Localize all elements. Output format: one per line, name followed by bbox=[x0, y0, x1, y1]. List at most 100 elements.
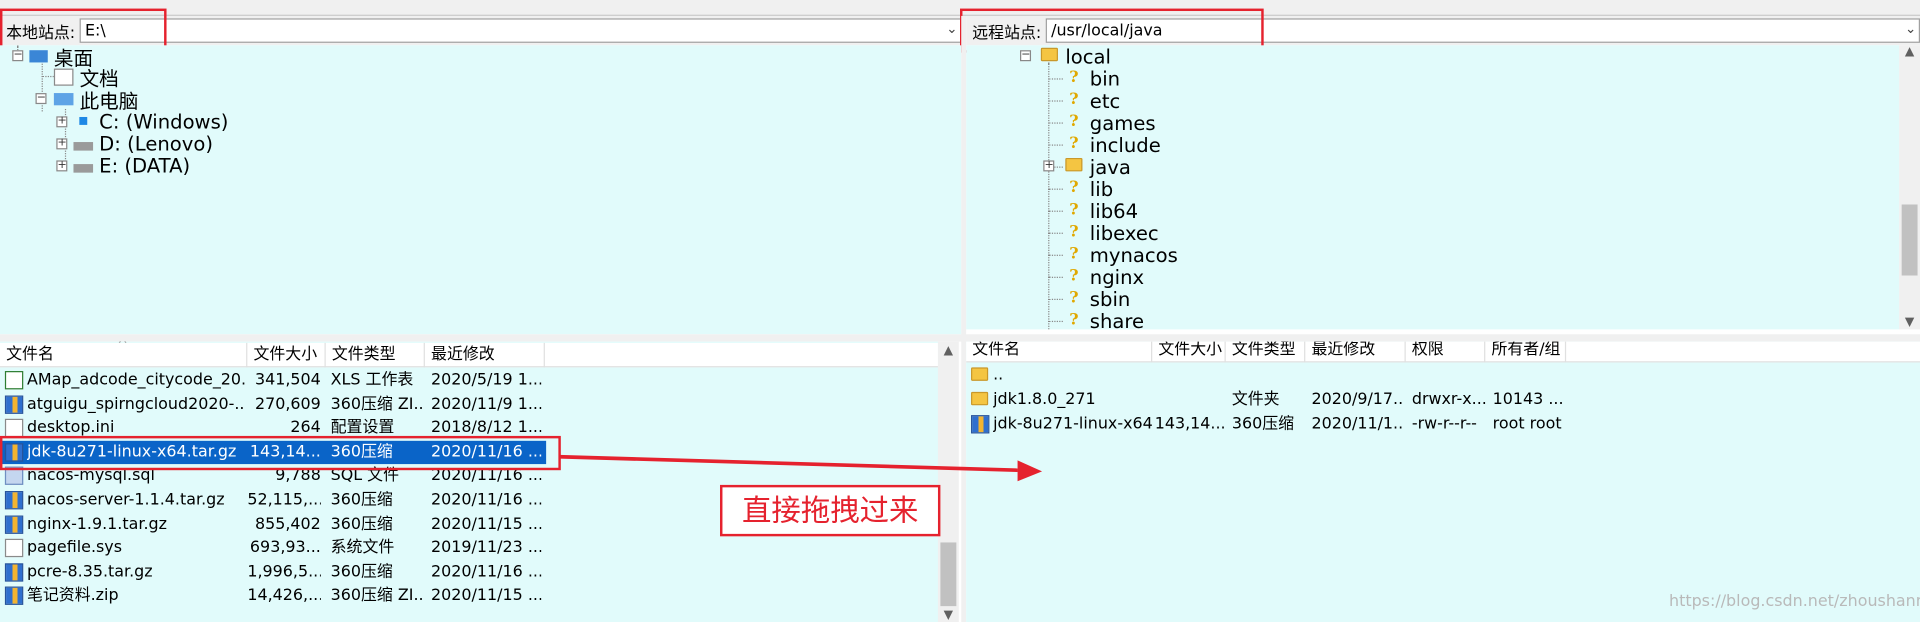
tree-node-java[interactable]: java bbox=[1064, 155, 1131, 178]
column-header-owner[interactable]: 所有者/组 bbox=[1485, 341, 1567, 363]
folder-icon bbox=[1065, 157, 1083, 172]
expand-toggle[interactable]: + bbox=[56, 138, 68, 150]
scroll-up-icon[interactable]: ▲ bbox=[1899, 45, 1920, 58]
column-header-type[interactable]: 文件类型 bbox=[326, 342, 425, 368]
cell-modified: 2020/11/1... bbox=[1311, 415, 1405, 434]
table-row[interactable]: pagefile.sys 693,93... 系统文件 2019/11/23 ... bbox=[0, 537, 546, 560]
expand-toggle[interactable]: + bbox=[56, 160, 68, 172]
tree-node-sbin[interactable]: ? sbin bbox=[1064, 287, 1130, 310]
question-mark-icon: ? bbox=[1069, 222, 1079, 242]
column-header-modified[interactable]: 最近修改 bbox=[425, 342, 545, 368]
question-mark-icon: ? bbox=[1069, 68, 1079, 87]
cell-size: 855,402 bbox=[254, 515, 321, 534]
tree-node-drive-e[interactable]: E: (DATA) bbox=[73, 154, 190, 177]
column-header-size[interactable]: 文件大小 bbox=[1152, 341, 1226, 363]
cell-name: .. bbox=[993, 366, 1004, 385]
column-header-size[interactable]: 文件大小 bbox=[247, 342, 326, 368]
file-icon bbox=[4, 419, 24, 438]
cell-size: 14,426,... bbox=[247, 587, 321, 606]
archive-icon bbox=[4, 491, 24, 510]
column-header-type[interactable]: 文件类型 bbox=[1226, 341, 1306, 363]
table-row[interactable]: pcre-8.35.tar.gz 1,996,5... 360压缩 2020/11/1… bbox=[0, 561, 546, 584]
sort-ascending-icon: ^ bbox=[117, 341, 128, 352]
tree-node-this-pc[interactable]: 此电脑 bbox=[53, 88, 138, 113]
tree-node-lib[interactable]: ? lib bbox=[1064, 177, 1113, 200]
tree-node-etc[interactable]: ? etc bbox=[1064, 89, 1120, 112]
remote-list-header: 文件名 文件大小 文件类型 最近修改 权限 所有者/组 ^ bbox=[966, 341, 1920, 363]
tree-node-share[interactable]: ? share bbox=[1064, 309, 1144, 330]
table-row[interactable]: jdk1.8.0_271 文件夹 2020/9/17... drwxr-x... 101… bbox=[966, 388, 1578, 411]
table-row[interactable]: 笔记资料.zip 14,426,... 360压缩 ZI... 2020/11/15 … bbox=[0, 585, 546, 608]
tree-node-bin[interactable]: ? bin bbox=[1064, 67, 1120, 90]
cell-type: 360压缩 ZI... bbox=[330, 587, 424, 606]
desktop-icon bbox=[29, 50, 48, 63]
scrollbar-thumb[interactable] bbox=[1901, 204, 1918, 276]
computer-icon bbox=[53, 93, 74, 106]
cell-owner: root root bbox=[1492, 415, 1562, 434]
question-mark-icon: ? bbox=[1069, 90, 1079, 109]
cell-size: 693,93... bbox=[249, 539, 321, 558]
tree-node-libexec[interactable]: ? libexec bbox=[1064, 221, 1158, 244]
tree-node-lib64[interactable]: ? lib64 bbox=[1064, 199, 1138, 222]
cell-name: nginx-1.9.1.tar.gz bbox=[26, 515, 167, 534]
cell-modified: 2020/11/9 1... bbox=[431, 395, 542, 414]
drag-arrow-shaft bbox=[559, 454, 1018, 473]
tree-node-local[interactable]: local bbox=[1040, 45, 1111, 68]
windows-drive-icon: ▪ bbox=[77, 111, 89, 130]
collapse-toggle[interactable]: − bbox=[1020, 50, 1032, 62]
archive-icon bbox=[4, 563, 24, 582]
cell-size: 270,609 bbox=[254, 395, 321, 414]
cell-name: nacos-server-1.1.4.tar.gz bbox=[26, 491, 225, 510]
expand-toggle[interactable]: + bbox=[1043, 160, 1055, 172]
question-mark-icon: ? bbox=[1069, 200, 1079, 220]
cell-modified: 2019/11/23 ... bbox=[431, 539, 542, 558]
cell-modified: 2020/5/19 1... bbox=[431, 371, 542, 390]
cell-modified: 2020/9/17... bbox=[1311, 390, 1405, 409]
column-header-permissions[interactable]: 权限 bbox=[1406, 341, 1486, 363]
cell-type: 360压缩 bbox=[330, 491, 393, 510]
question-mark-icon: ? bbox=[1069, 244, 1079, 264]
cell-name: pcre-8.35.tar.gz bbox=[26, 563, 153, 582]
drive-icon bbox=[73, 142, 94, 151]
question-mark-icon: ? bbox=[1069, 311, 1079, 330]
remote-file-list: 文件名 文件大小 文件类型 最近修改 权限 所有者/组 ^ .. jdk1.8.0… bbox=[966, 341, 1920, 622]
table-row[interactable]: AMap_adcode_citycode_20... 341,504 XLS 工作表… bbox=[0, 369, 546, 392]
remote-tree-scrollbar[interactable]: ▲ ▼ bbox=[1899, 45, 1920, 330]
cell-owner: 10143 ... bbox=[1492, 390, 1564, 409]
tree-node-drive-d[interactable]: D: (Lenovo) bbox=[73, 132, 213, 155]
scroll-up-icon[interactable]: ▲ bbox=[938, 344, 959, 357]
archive-icon bbox=[4, 587, 24, 606]
scroll-down-icon[interactable]: ▼ bbox=[1899, 316, 1920, 329]
tree-node-include[interactable]: ? include bbox=[1064, 133, 1161, 156]
local-site-input[interactable]: E:\ ⌄ bbox=[80, 18, 962, 43]
column-header-modified[interactable]: 最近修改 bbox=[1305, 341, 1406, 363]
table-row[interactable]: nginx-1.9.1.tar.gz 855,402 360压缩 2020/11/15… bbox=[0, 513, 546, 536]
collapse-toggle[interactable]: − bbox=[12, 50, 24, 62]
expand-toggle[interactable]: + bbox=[56, 116, 68, 128]
chevron-down-icon[interactable]: ⌄ bbox=[1905, 21, 1916, 37]
horizontal-splitter[interactable] bbox=[0, 334, 1920, 342]
scrollbar-thumb[interactable] bbox=[940, 542, 957, 607]
cell-type: 360压缩 bbox=[330, 515, 393, 534]
table-row[interactable]: jdk-8u271-linux-x64....143,14... 360压缩 202… bbox=[966, 413, 1578, 436]
tree-node-games[interactable]: ? games bbox=[1064, 111, 1155, 134]
chevron-down-icon[interactable]: ⌄ bbox=[946, 21, 957, 37]
sort-ascending-icon: ^ bbox=[1052, 342, 1062, 347]
selected-file-highlight bbox=[0, 435, 561, 470]
cell-perm: -rw-r--r-- bbox=[1411, 415, 1477, 434]
collapse-toggle[interactable]: − bbox=[35, 92, 47, 105]
tree-node-drive-c[interactable]: ▪ C: (Windows) bbox=[73, 110, 229, 133]
cell-modified: 2020/11/16 ... bbox=[431, 491, 542, 510]
scroll-down-icon[interactable]: ▼ bbox=[938, 609, 959, 622]
table-row[interactable]: atguigu_spirngcloud2020-... 270,609 360压缩 … bbox=[0, 393, 546, 416]
folder-icon bbox=[1040, 47, 1058, 62]
question-mark-icon: ? bbox=[1069, 288, 1079, 308]
table-row[interactable]: nacos-server-1.1.4.tar.gz 52,115,... 360压缩… bbox=[0, 489, 546, 512]
tree-node-mynacos[interactable]: ? mynacos bbox=[1064, 243, 1178, 266]
tree-node-nginx[interactable]: ? nginx bbox=[1064, 265, 1144, 288]
question-mark-icon: ? bbox=[1069, 178, 1079, 198]
cell-modified: 2020/11/15 ... bbox=[431, 515, 542, 534]
table-row[interactable]: .. bbox=[966, 364, 1578, 387]
question-mark-icon: ? bbox=[1069, 266, 1079, 286]
document-icon bbox=[53, 68, 74, 86]
